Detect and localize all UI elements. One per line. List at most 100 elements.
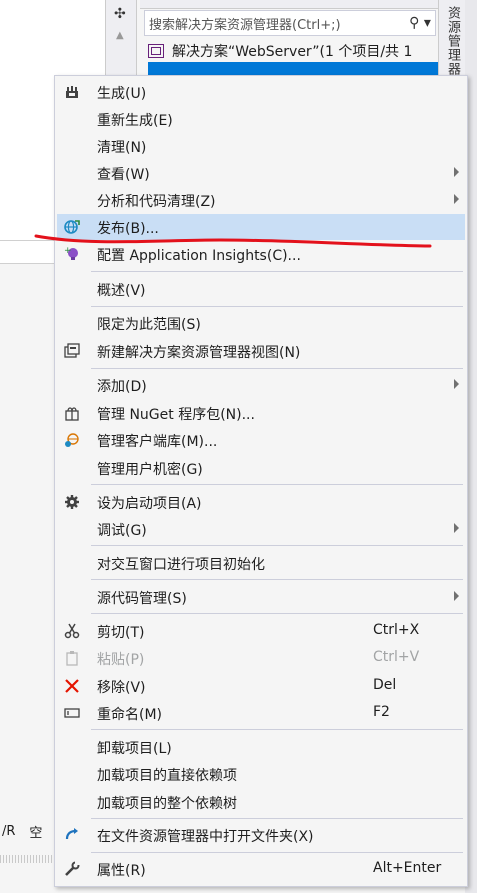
menu-item-label: 生成(U) bbox=[97, 86, 147, 102]
bottom-tab-1[interactable]: /R bbox=[2, 824, 15, 839]
menu-item-label: 管理 NuGet 程序包(N)... bbox=[97, 407, 255, 423]
menu-separator bbox=[91, 729, 463, 730]
menu-item-application-insights[interactable]: + 配置 Application Insights(C)... bbox=[57, 241, 465, 267]
menu-item-label: 在文件资源管理器中打开文件夹(X) bbox=[97, 829, 314, 845]
client-library-icon bbox=[63, 431, 81, 449]
menu-item-label: 调试(G) bbox=[97, 523, 147, 539]
search-placeholder: 搜索解决方案资源管理器(Ctrl+;) bbox=[149, 17, 341, 33]
menu-item-paste[interactable]: 粘贴(P) Ctrl+V bbox=[57, 645, 465, 671]
menu-separator bbox=[91, 545, 463, 546]
submenu-arrow-icon bbox=[454, 523, 459, 533]
wrench-icon bbox=[63, 860, 81, 878]
search-icon[interactable]: ⚲ ▾ bbox=[405, 15, 435, 31]
menu-item-label: 加载项目的整个依赖树 bbox=[97, 796, 237, 812]
submenu-arrow-icon bbox=[454, 167, 459, 177]
menu-item-label: 对交互窗口进行项目初始化 bbox=[97, 557, 265, 573]
solution-tree-row[interactable]: 解决方案“WebServer”(1 个项目/共 1 bbox=[148, 40, 438, 62]
menu-item-init-interactive[interactable]: 对交互窗口进行项目初始化 bbox=[57, 550, 465, 576]
open-folder-arrow-icon bbox=[63, 826, 81, 844]
pin-icon[interactable]: ✣ bbox=[114, 6, 126, 22]
menu-separator bbox=[91, 579, 463, 580]
menu-item-build[interactable]: 生成(U) bbox=[57, 79, 465, 105]
menu-item-set-startup-project[interactable]: 设为启动项目(A) bbox=[57, 489, 465, 515]
submenu-arrow-icon bbox=[454, 591, 459, 601]
solution-explorer-search-input[interactable]: 搜索解决方案资源管理器(Ctrl+;) ⚲ ▾ bbox=[144, 10, 436, 36]
menu-item-clean[interactable]: 清理(N) bbox=[57, 133, 465, 159]
menu-item-label: 概述(V) bbox=[97, 283, 146, 299]
context-menu: 生成(U) 重新生成(E) 清理(N) 查看(W) 分析和代码清理(Z) 发布(… bbox=[54, 75, 468, 887]
bottom-tab-bar: /R 空 bbox=[0, 820, 57, 842]
solution-icon bbox=[148, 44, 164, 58]
application-insights-icon: + bbox=[63, 245, 81, 263]
menu-item-label: 查看(W) bbox=[97, 167, 150, 183]
menu-item-properties[interactable]: 属性(R) Alt+Enter bbox=[57, 856, 465, 882]
menu-item-source-control[interactable]: 源代码管理(S) bbox=[57, 584, 465, 610]
menu-item-label: 卸载项目(L) bbox=[97, 741, 172, 757]
menu-item-manage-user-secrets[interactable]: 管理用户机密(G) bbox=[57, 455, 465, 481]
menu-item-load-direct-dependencies[interactable]: 加载项目的直接依赖项 bbox=[57, 761, 465, 787]
menu-item-shortcut: Alt+Enter bbox=[373, 860, 442, 876]
menu-item-shortcut: F2 bbox=[373, 704, 390, 720]
bottom-tab-2[interactable]: 空 bbox=[29, 822, 42, 841]
menu-item-label: 重新生成(E) bbox=[97, 113, 173, 129]
menu-separator bbox=[91, 271, 463, 272]
splitter-grip[interactable] bbox=[0, 855, 55, 863]
menu-item-open-in-file-explorer[interactable]: 在文件资源管理器中打开文件夹(X) bbox=[57, 822, 465, 848]
menu-item-rename[interactable]: 重命名(M) F2 bbox=[57, 700, 465, 726]
menu-item-shortcut: Ctrl+V bbox=[373, 649, 420, 665]
side-tab-label: 资源管理器 bbox=[445, 6, 460, 76]
menu-separator bbox=[91, 306, 463, 307]
menu-item-unload-project[interactable]: 卸载项目(L) bbox=[57, 734, 465, 760]
menu-item-load-dependency-tree[interactable]: 加载项目的整个依赖树 bbox=[57, 789, 465, 815]
build-icon bbox=[63, 83, 81, 101]
menu-item-label: 管理用户机密(G) bbox=[97, 462, 203, 478]
menu-item-view[interactable]: 查看(W) bbox=[57, 160, 465, 186]
svg-text:+: + bbox=[64, 246, 72, 256]
menu-item-overview[interactable]: 概述(V) bbox=[57, 276, 465, 302]
nuget-package-icon bbox=[63, 404, 81, 422]
submenu-arrow-icon bbox=[454, 379, 459, 389]
menu-item-label: 管理客户端库(M)... bbox=[97, 434, 218, 450]
menu-item-manage-nuget[interactable]: 管理 NuGet 程序包(N)... bbox=[57, 400, 465, 426]
menu-item-label: 清理(N) bbox=[97, 140, 147, 156]
scissors-icon bbox=[63, 622, 81, 640]
menu-item-label: 发布(B)... bbox=[97, 221, 159, 237]
menu-item-debug[interactable]: 调试(G) bbox=[57, 516, 465, 542]
publish-globe-icon bbox=[63, 218, 81, 236]
menu-item-publish[interactable]: 发布(B)... bbox=[57, 214, 465, 240]
menu-separator bbox=[91, 368, 463, 369]
menu-item-label: 重命名(M) bbox=[97, 707, 163, 723]
menu-item-label: 添加(D) bbox=[97, 379, 147, 395]
menu-item-label: 设为启动项目(A) bbox=[97, 496, 202, 512]
menu-separator bbox=[91, 852, 463, 853]
menu-item-scope-to-this[interactable]: 限定为此范围(S) bbox=[57, 310, 465, 336]
menu-separator bbox=[91, 818, 463, 819]
menu-item-new-explorer-view[interactable]: 新建解决方案资源管理器视图(N) bbox=[57, 338, 465, 364]
menu-item-cut[interactable]: 剪切(T) Ctrl+X bbox=[57, 618, 465, 644]
menu-item-label: 移除(V) bbox=[97, 680, 146, 696]
clipboard-icon bbox=[63, 649, 81, 667]
new-view-icon bbox=[63, 342, 81, 360]
submenu-arrow-icon bbox=[454, 194, 459, 204]
menu-item-manage-client-libraries[interactable]: 管理客户端库(M)... bbox=[57, 427, 465, 453]
remove-x-icon bbox=[63, 677, 81, 695]
menu-item-label: 配置 Application Insights(C)... bbox=[97, 248, 301, 264]
menu-item-remove[interactable]: 移除(V) Del bbox=[57, 673, 465, 699]
menu-item-label: 新建解决方案资源管理器视图(N) bbox=[97, 345, 301, 361]
menu-item-rebuild[interactable]: 重新生成(E) bbox=[57, 106, 465, 132]
menu-item-label: 加载项目的直接依赖项 bbox=[97, 768, 237, 784]
rename-icon bbox=[63, 704, 81, 722]
scroll-up-arrow-icon[interactable]: ▲ bbox=[116, 30, 124, 41]
menu-item-analyze[interactable]: 分析和代码清理(Z) bbox=[57, 187, 465, 213]
menu-item-label: 限定为此范围(S) bbox=[97, 317, 201, 333]
menu-item-add[interactable]: 添加(D) bbox=[57, 372, 465, 398]
menu-item-label: 属性(R) bbox=[97, 863, 146, 879]
menu-item-label: 源代码管理(S) bbox=[97, 591, 187, 607]
menu-separator bbox=[91, 484, 463, 485]
editor-row bbox=[0, 240, 58, 264]
solution-explorer-toolbar bbox=[140, 0, 440, 9]
menu-item-shortcut: Del bbox=[373, 677, 397, 693]
solution-row-label: 解决方案“WebServer”(1 个项目/共 1 bbox=[172, 44, 413, 60]
menu-item-label: 分析和代码清理(Z) bbox=[97, 194, 216, 210]
menu-item-label: 剪切(T) bbox=[97, 625, 145, 641]
